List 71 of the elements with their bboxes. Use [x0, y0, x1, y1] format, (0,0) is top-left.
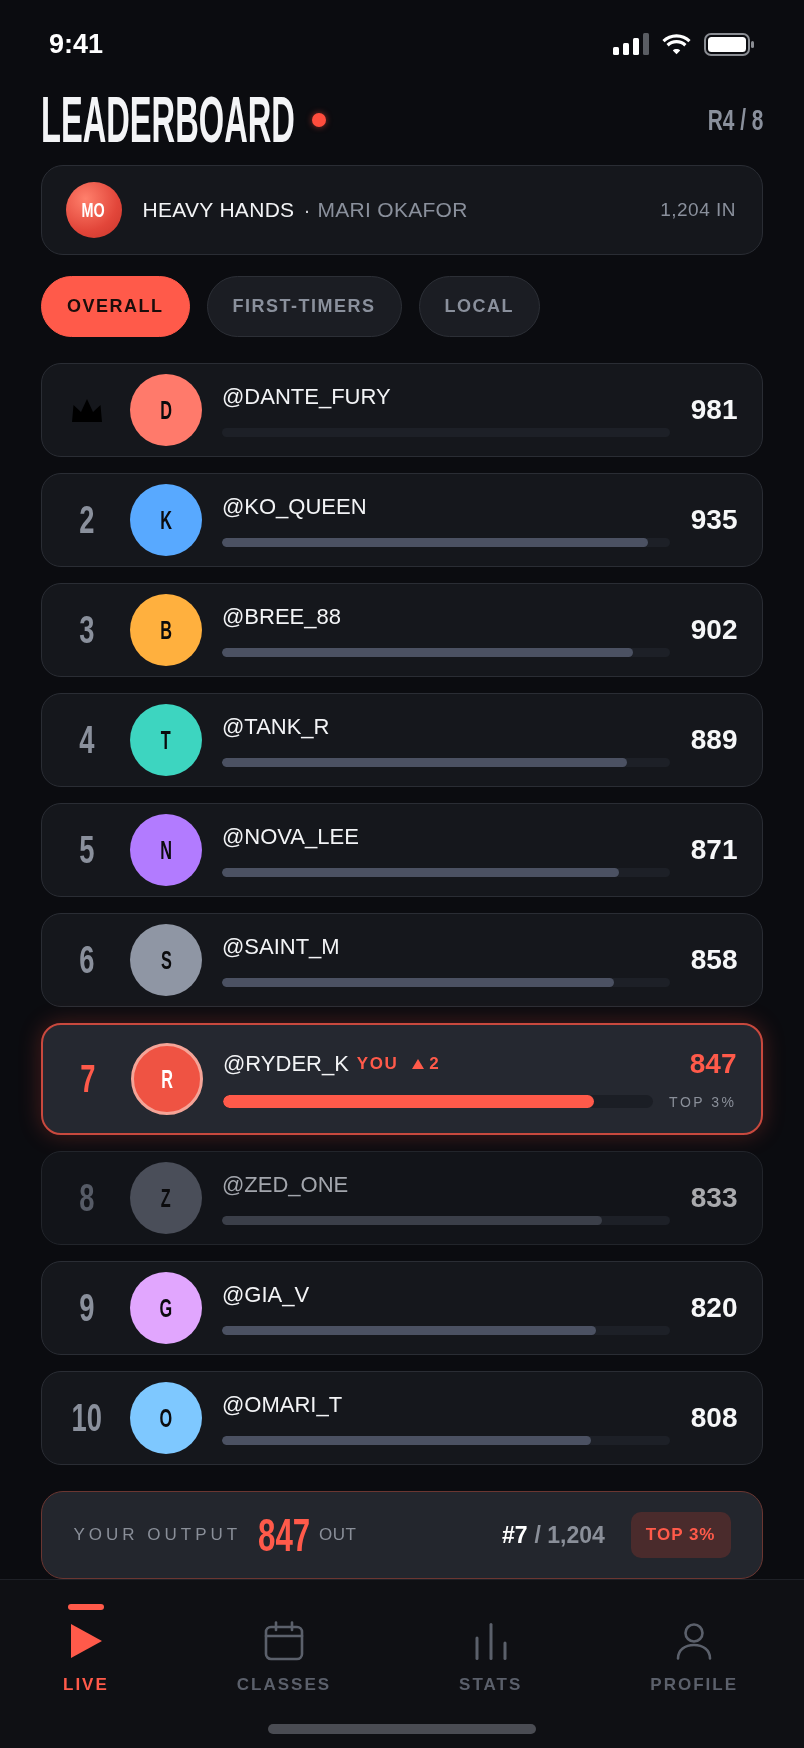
page-title: LEADERBOARD — [41, 88, 295, 152]
rank-number: 9 — [79, 1288, 95, 1328]
rank-total: / 1,204 — [534, 1521, 605, 1549]
nav-tab[interactable]: STATS — [459, 1621, 523, 1695]
player-handle: @NOVA_LEE — [222, 823, 359, 850]
score-value: 833 — [690, 1182, 738, 1214]
you-label: YOU — [356, 1053, 399, 1074]
round-counter: R4 / 8 — [707, 104, 763, 136]
score-value: 820 — [690, 1292, 738, 1324]
rank-number: 4 — [79, 720, 95, 760]
rank-number: 8 — [79, 1178, 95, 1218]
rank-position: #7 — [501, 1521, 528, 1549]
player-handle: @KO_QUEEN — [222, 493, 367, 520]
player-handle: @BREE_88 — [222, 603, 341, 630]
wifi-icon — [661, 33, 692, 55]
separator-text: · — [303, 198, 311, 222]
rank-number: 2 — [79, 500, 95, 540]
rank-number: 10 — [71, 1398, 103, 1438]
signal-icon — [613, 33, 649, 55]
score-value: 935 — [690, 504, 738, 536]
player-avatar: N — [130, 814, 202, 886]
score-value: 847 — [689, 1048, 737, 1080]
bar-chart-icon — [473, 1622, 508, 1660]
class-name: HEAVY HANDS — [142, 198, 295, 222]
player-avatar: Z — [130, 1162, 202, 1234]
rank-number: 3 — [79, 610, 95, 650]
calendar-icon — [263, 1621, 304, 1661]
player-avatar: G — [130, 1272, 202, 1344]
battery-icon — [704, 32, 754, 56]
player-avatar: T — [130, 704, 202, 776]
nav-tab[interactable]: PROFILE — [650, 1621, 738, 1695]
player-handle: @TANK_R — [222, 713, 330, 740]
crown-icon — [71, 398, 103, 422]
player-avatar: B — [130, 594, 202, 666]
player-handle: @SAINT_M — [222, 933, 340, 960]
play-icon — [69, 1624, 102, 1658]
nav-tab[interactable]: LIVE — [63, 1621, 109, 1695]
rank-number: 5 — [79, 830, 95, 870]
standing-badge: TOP 3% — [630, 1512, 731, 1558]
status-time: 9:41 — [49, 28, 104, 60]
player-handle: @GIA_V — [222, 1281, 310, 1308]
player-handle: @OMARI_T — [222, 1391, 343, 1418]
score-value: 981 — [690, 394, 738, 426]
score-value: 902 — [690, 614, 738, 646]
output-value: 847 — [258, 1512, 311, 1558]
person-icon — [676, 1622, 713, 1660]
rank-number: 6 — [79, 940, 95, 980]
player-handle: @DANTE_FURY — [222, 383, 391, 410]
output-label: YOUR OUTPUT — [73, 1525, 242, 1545]
filter-tab[interactable]: FIRST-TIMERS — [206, 276, 402, 337]
player-avatar: O — [130, 1382, 202, 1454]
instructor-name: MARI OKAFOR — [317, 198, 468, 222]
score-value: 889 — [690, 724, 738, 756]
rank-change-value: 2 — [429, 1053, 439, 1074]
player-handle: @ZED_ONE — [222, 1171, 349, 1198]
score-value: 871 — [690, 834, 738, 866]
filter-tab[interactable]: OVERALL — [41, 276, 190, 337]
nav-tab[interactable]: CLASSES — [236, 1621, 332, 1695]
score-value: 858 — [690, 944, 738, 976]
score-value: 808 — [690, 1402, 738, 1434]
filter-tab[interactable]: LOCAL — [418, 276, 540, 337]
output-unit: OUT — [319, 1525, 357, 1545]
rank-number: 7 — [80, 1059, 96, 1099]
instructor-avatar: MO — [65, 182, 122, 238]
player-avatar: D — [130, 374, 202, 446]
player-avatar: R — [131, 1043, 203, 1115]
player-avatar: K — [130, 484, 202, 556]
player-handle: @RYDER_K — [223, 1050, 349, 1077]
standing-label: TOP 3% — [669, 1094, 737, 1110]
participant-count: 1,204 IN — [660, 199, 736, 221]
player-avatar: S — [130, 924, 202, 996]
